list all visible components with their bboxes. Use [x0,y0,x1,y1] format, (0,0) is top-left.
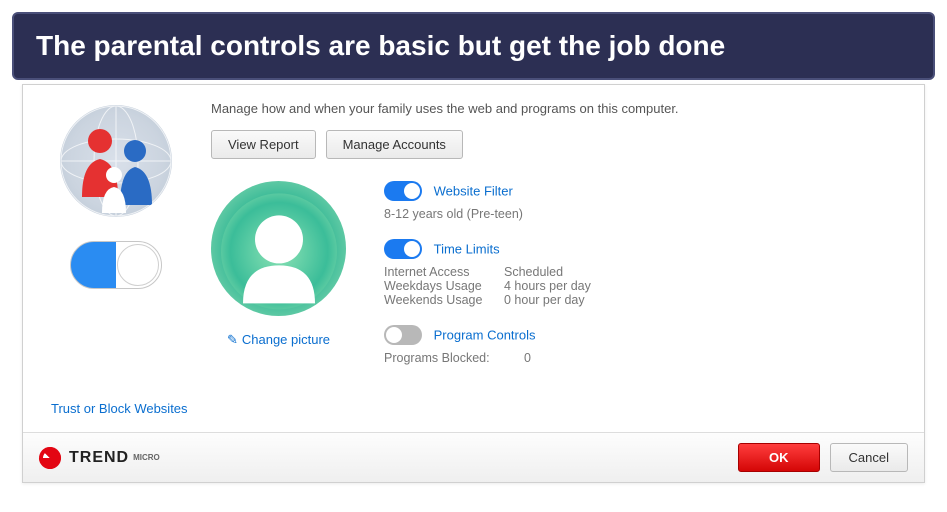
time-limits-row: Internet Access Scheduled [384,265,896,279]
website-filter-toggle[interactable] [384,181,422,201]
intro-text: Manage how and when your family uses the… [211,101,896,116]
program-controls-section: Program Controls Programs Blocked: 0 [384,325,896,365]
website-filter-link[interactable]: Website Filter [434,184,513,199]
time-limits-row: Weekdays Usage 4 hours per day [384,279,896,293]
brand-sub: MICRO [133,453,160,462]
program-controls-row: Programs Blocked: 0 [384,351,896,365]
profile-avatar [211,181,346,316]
time-limits-row: Weekends Usage 0 hour per day [384,293,896,307]
change-picture-label: Change picture [242,332,330,347]
parental-controls-window: Manage how and when your family uses the… [22,84,925,483]
footer-bar: TREND MICRO OK Cancel [23,432,924,482]
cancel-button[interactable]: Cancel [830,443,908,472]
change-picture-link[interactable]: ✎ Change picture [227,332,330,347]
trend-logo-icon [35,442,66,473]
family-globe-icon [60,105,172,217]
ok-button[interactable]: OK [738,443,820,472]
website-filter-detail: 8-12 years old (Pre-teen) [384,207,896,221]
time-limits-link[interactable]: Time Limits [434,242,500,257]
program-controls-toggle[interactable] [384,325,422,345]
website-filter-section: Website Filter 8-12 years old (Pre-teen) [384,181,896,221]
view-report-button[interactable]: View Report [211,130,316,159]
master-toggle[interactable] [70,241,162,289]
trust-block-websites-link[interactable]: Trust or Block Websites [51,401,188,416]
pencil-icon: ✎ [227,332,238,347]
brand-text: TREND [69,449,129,467]
caption-banner: The parental controls are basic but get … [12,12,935,80]
program-controls-link[interactable]: Program Controls [434,328,536,343]
time-limits-section: Time Limits Internet Access Scheduled We… [384,239,896,307]
brand: TREND MICRO [39,447,160,469]
manage-accounts-button[interactable]: Manage Accounts [326,130,463,159]
time-limits-toggle[interactable] [384,239,422,259]
